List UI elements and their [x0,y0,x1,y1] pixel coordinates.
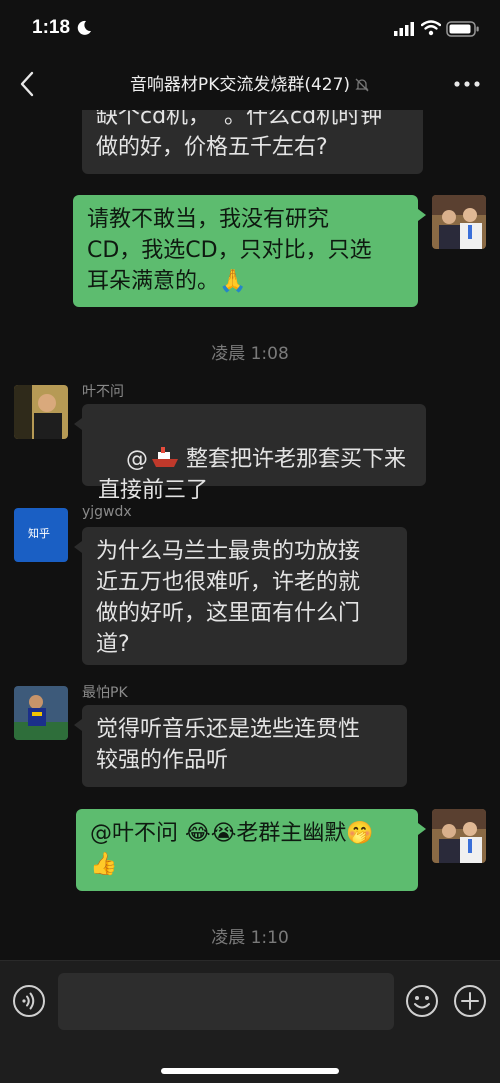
message-bubble[interactable]: 缺个cd机， 。什么cd机时钟 做的好，价格五千左右? [82,110,423,174]
battery-icon [446,21,479,37]
signal-icon [394,22,414,36]
mute-bell-icon [355,78,369,92]
ship-sticker-icon [151,447,178,467]
avatar[interactable] [14,686,68,740]
home-indicator [161,1068,339,1074]
avatar-photo [432,195,486,249]
avatar-photo [14,686,68,740]
sender-name: yjgwdx [82,504,132,520]
chat-title: 音响器材PK交流发烧群(427) [60,70,440,95]
message-input[interactable] [58,973,394,1030]
emoji-icon[interactable] [405,984,439,1018]
status-bar: 1:18 [0,0,500,58]
more-dots-icon[interactable] [450,72,484,96]
wifi-icon [421,20,441,36]
mention-prefix: @ [125,447,148,472]
message-bubble[interactable]: 觉得听音乐还是选些连贯性 较强的作品听 [74,705,407,787]
sender-name: 叶不问 [82,384,124,400]
status-time: 1:18 [32,17,71,38]
timestamp: 凌晨 1:08 [211,344,289,364]
avatar[interactable] [432,195,486,249]
input-bar [0,960,500,1083]
nav-bar: 音响器材PK交流发烧群(427) [0,58,500,110]
chat-area[interactable]: 缺个cd机， 。什么cd机时钟 做的好，价格五千左右? 请教不敢当，我没有研究 … [0,110,500,960]
message-bubble[interactable]: @ 整套把许老那套买下来 直接前三了 [74,404,426,503]
chat-title-text: 音响器材PK交流发烧群(427) [129,75,351,95]
moon-icon [77,20,91,35]
avatar-photo [14,385,68,439]
avatar-label: 知乎 [28,527,50,540]
message-bubble[interactable]: @叶不问 😂😭老群主幽默🤭 👍 [76,809,426,891]
message-bubble[interactable]: 请教不敢当，我没有研究 CD，我选CD，只对比，只选 耳朵满意的。🙏 [73,195,426,307]
voice-icon[interactable] [12,984,46,1018]
avatar[interactable] [14,385,68,439]
avatar[interactable] [432,809,486,863]
avatar-photo [432,809,486,863]
back-arrow-icon[interactable] [12,68,44,100]
sender-name: 最怕PK [82,685,128,701]
avatar[interactable]: 知乎 [14,508,68,562]
add-icon[interactable] [453,984,487,1018]
timestamp: 凌晨 1:10 [211,928,289,948]
message-bubble[interactable]: 为什么马兰士最贵的功放接 近五万也很难听，许老的就 做的好听，这里面有什么门 道… [74,527,407,665]
